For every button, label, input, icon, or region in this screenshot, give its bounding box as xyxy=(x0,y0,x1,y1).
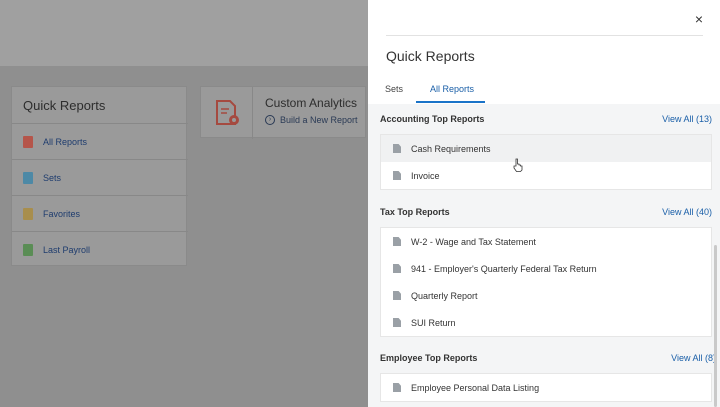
quick-reports-item-label: Sets xyxy=(43,172,62,183)
panel-scrollbar[interactable] xyxy=(714,245,717,407)
document-icon xyxy=(393,291,401,300)
panel-header: × Quick Reports Sets All Reports xyxy=(368,0,720,104)
view-all-tax-link[interactable]: View All (40) xyxy=(662,207,712,217)
report-item-invoice[interactable]: Invoice xyxy=(381,162,711,189)
section-title: Accounting Top Reports xyxy=(380,114,485,124)
document-icon xyxy=(393,264,401,273)
report-item-label: Cash Requirements xyxy=(411,143,491,154)
custom-analytics-card: Custom Analytics › Build a New Report xyxy=(200,86,366,139)
quick-reports-item-all-reports[interactable]: All Reports xyxy=(12,123,188,159)
report-icon xyxy=(23,135,33,148)
report-item-label: Invoice xyxy=(411,170,440,181)
document-icon xyxy=(393,318,401,327)
report-item-quarterly-report[interactable]: Quarterly Report xyxy=(381,282,711,309)
payroll-icon xyxy=(23,243,33,256)
report-gear-icon xyxy=(215,100,239,125)
chevron-right-circle-icon: › xyxy=(265,115,275,125)
quick-reports-item-label: All Reports xyxy=(43,136,88,147)
report-item-label: Employee Personal Data Listing xyxy=(411,382,540,393)
report-item-w2[interactable]: W-2 - Wage and Tax Statement xyxy=(381,228,711,255)
quick-reports-item-label: Favorites xyxy=(43,208,81,219)
report-item-941[interactable]: 941 - Employer's Quarterly Federal Tax R… xyxy=(381,255,711,282)
favorites-icon xyxy=(23,207,33,220)
section-title: Employee Top Reports xyxy=(380,353,478,363)
header-divider xyxy=(386,35,703,36)
quick-reports-card-title: Quick Reports xyxy=(23,98,106,113)
employee-section-header: Employee Top Reports View All (8) xyxy=(380,353,716,367)
quick-reports-item-label: Last Payroll xyxy=(43,244,91,255)
hand-cursor-icon xyxy=(513,158,523,172)
close-icon[interactable]: × xyxy=(692,12,706,26)
report-item-cash-requirements[interactable]: Cash Requirements xyxy=(381,135,711,162)
accounting-section-header: Accounting Top Reports View All (13) xyxy=(380,114,712,128)
active-tab-indicator xyxy=(416,101,485,103)
section-title: Tax Top Reports xyxy=(380,207,450,217)
accounting-report-list: Cash Requirements Invoice xyxy=(380,134,712,190)
report-item-label: Quarterly Report xyxy=(411,290,478,301)
tab-all-reports[interactable]: All Reports xyxy=(430,84,474,94)
tax-section-header: Tax Top Reports View All (40) xyxy=(380,207,712,221)
document-icon xyxy=(393,383,401,392)
employee-report-list: Employee Personal Data Listing xyxy=(380,373,712,402)
report-item-employee-personal-data[interactable]: Employee Personal Data Listing xyxy=(381,374,711,401)
quick-reports-item-favorites[interactable]: Favorites xyxy=(12,195,188,231)
tab-sets[interactable]: Sets xyxy=(385,84,403,94)
view-all-accounting-link[interactable]: View All (13) xyxy=(662,114,712,124)
report-item-sui-return[interactable]: SUI Return xyxy=(381,309,711,336)
quick-reports-item-last-payroll[interactable]: Last Payroll xyxy=(12,231,188,267)
quick-reports-item-sets[interactable]: Sets xyxy=(12,159,188,195)
report-item-label: W-2 - Wage and Tax Statement xyxy=(411,236,536,247)
tax-report-list: W-2 - Wage and Tax Statement 941 - Emplo… xyxy=(380,227,712,337)
build-new-report-link[interactable]: › Build a New Report xyxy=(265,115,358,125)
document-icon xyxy=(393,144,401,153)
build-new-report-label: Build a New Report xyxy=(280,115,358,125)
report-item-label: 941 - Employer's Quarterly Federal Tax R… xyxy=(411,263,597,274)
quick-reports-panel: × Quick Reports Sets All Reports Account… xyxy=(368,0,720,407)
sets-icon xyxy=(23,171,33,184)
view-all-employee-link[interactable]: View All (8) xyxy=(671,353,716,363)
report-item-label: SUI Return xyxy=(411,317,456,328)
panel-title: Quick Reports xyxy=(386,48,475,64)
quick-reports-card: Quick Reports All Reports Sets Favorites… xyxy=(11,86,188,267)
custom-analytics-icon-box xyxy=(201,87,253,139)
document-icon xyxy=(393,237,401,246)
document-icon xyxy=(393,171,401,180)
custom-analytics-title: Custom Analytics xyxy=(265,96,358,110)
